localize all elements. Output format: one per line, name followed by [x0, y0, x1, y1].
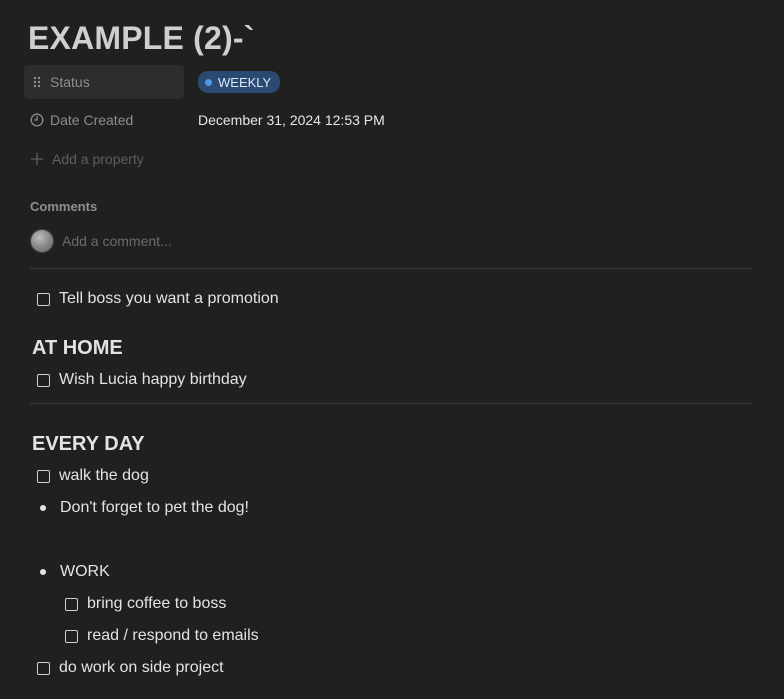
heading-every-day[interactable]: EVERY DAY	[32, 433, 145, 456]
bullet-item: Don't forget to pet the dog!	[30, 496, 249, 520]
notion-page: EXAMPLE (2)-` Status WEEKLY Date Created…	[0, 0, 784, 699]
page-title[interactable]: EXAMPLE (2)-`	[28, 20, 255, 57]
add-property-button[interactable]: Add a property	[30, 148, 144, 170]
add-property-label: Add a property	[52, 151, 144, 167]
property-label-date-created[interactable]: Date Created	[24, 103, 184, 137]
bullet-text[interactable]: WORK	[60, 563, 110, 581]
clock-icon	[30, 113, 44, 127]
bullet-dot-icon	[40, 569, 46, 575]
status-badge[interactable]: WEEKLY	[198, 71, 281, 93]
comment-composer	[30, 229, 362, 253]
checkbox[interactable]	[65, 597, 78, 611]
property-label-text: Date Created	[50, 112, 134, 128]
comment-input[interactable]	[62, 233, 362, 249]
todo-item: Tell boss you want a promotion	[37, 287, 279, 311]
comments-heading: Comments	[30, 199, 98, 214]
heading-at-home[interactable]: AT HOME	[32, 337, 123, 360]
bullet-text[interactable]: Don't forget to pet the dog!	[60, 499, 249, 517]
divider	[30, 268, 752, 269]
property-row-status: Status WEEKLY	[24, 65, 754, 99]
checkbox[interactable]	[37, 292, 50, 306]
checkbox[interactable]	[37, 661, 50, 675]
todo-item: walk the dog	[37, 464, 149, 488]
todo-text[interactable]: Tell boss you want a promotion	[59, 290, 279, 308]
todo-item: do work on side project	[37, 656, 224, 680]
todo-text[interactable]: read / respond to emails	[87, 627, 259, 645]
todo-text[interactable]: Wish Lucia happy birthday	[59, 371, 247, 389]
todo-text[interactable]: walk the dog	[59, 467, 149, 485]
property-label-text: Status	[50, 74, 90, 90]
bullet-item: WORK	[30, 560, 110, 584]
divider	[30, 403, 752, 404]
todo-item: read / respond to emails	[65, 624, 259, 648]
property-label-status[interactable]: Status	[24, 65, 184, 99]
status-dot-icon	[205, 78, 212, 86]
todo-text[interactable]: do work on side project	[59, 659, 224, 677]
bullet-dot-icon	[40, 505, 46, 511]
property-value-status[interactable]: WEEKLY	[198, 65, 281, 99]
property-value-date-created: December 31, 2024 12:53 PM	[198, 112, 385, 128]
todo-item: bring coffee to boss	[65, 592, 226, 616]
checkbox[interactable]	[37, 373, 50, 387]
status-badge-label: WEEKLY	[218, 74, 272, 90]
todo-text[interactable]: bring coffee to boss	[87, 595, 226, 613]
avatar	[30, 229, 54, 253]
drag-handle-icon[interactable]	[30, 75, 44, 89]
todo-item: Wish Lucia happy birthday	[37, 368, 247, 392]
plus-icon	[30, 152, 44, 166]
checkbox[interactable]	[65, 629, 78, 643]
checkbox[interactable]	[37, 469, 50, 483]
property-row-date-created: Date Created December 31, 2024 12:53 PM	[24, 103, 754, 137]
